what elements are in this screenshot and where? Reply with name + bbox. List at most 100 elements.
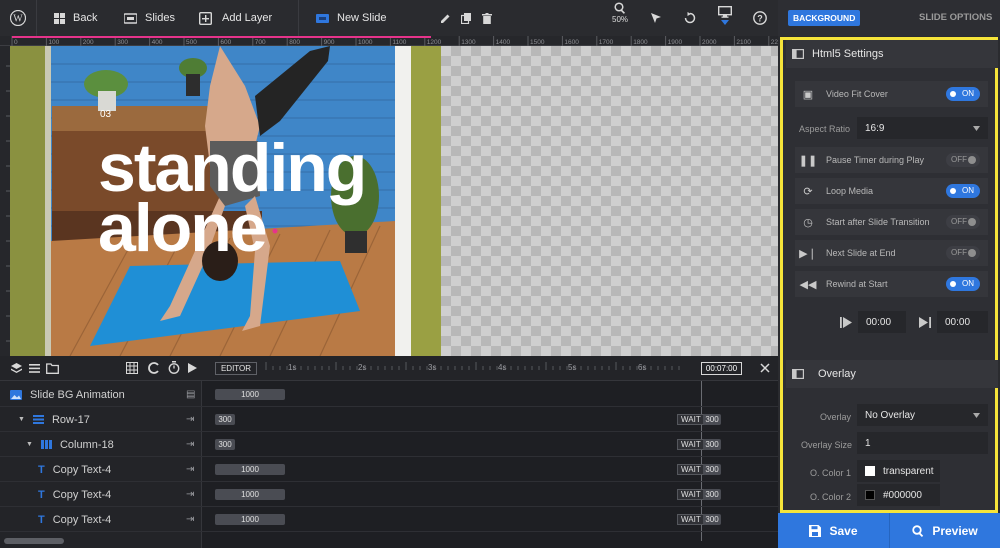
timeline-row[interactable]: ▼ Row-17 ⇥ 300 WAIT 300 — [0, 407, 778, 432]
wait-badge[interactable]: WAIT — [677, 414, 705, 425]
layer-folder-icon[interactable]: ▤ — [186, 389, 195, 400]
play-icon[interactable] — [188, 363, 197, 373]
layer-end-icon[interactable]: ⇥ — [186, 489, 194, 500]
wait-duration[interactable]: 300 — [703, 489, 721, 500]
preview-button[interactable]: Preview — [889, 513, 1000, 548]
video-fit-cover-row: ▣ Video Fit Cover ON — [795, 81, 988, 107]
time-mark-label: 2s — [358, 363, 366, 372]
layer-label: Row-17 — [51, 413, 90, 426]
layer-end-icon[interactable]: ⇥ — [186, 464, 194, 475]
loop-icon[interactable] — [148, 362, 160, 374]
aspect-ratio-select[interactable]: 16:9 — [857, 117, 988, 139]
overlay-color2-picker[interactable]: #000000 — [857, 484, 940, 506]
timeline-row[interactable]: T Copy Text-4 ⇥ 1000 WAIT 300 — [0, 507, 778, 532]
caret-down-icon[interactable]: ▼ — [26, 441, 33, 448]
wait-badge[interactable]: WAIT — [677, 514, 705, 525]
wait-duration[interactable]: 300 — [703, 414, 721, 425]
overlay-select[interactable]: No Overlay — [857, 404, 988, 426]
tab-slide-options[interactable]: SLIDE OPTIONS — [919, 12, 992, 23]
layer-duration-bar[interactable]: 300 — [215, 414, 235, 425]
start-after-toggle[interactable]: OFF — [946, 215, 980, 229]
layer-name[interactable]: T Copy Text-4 — [38, 507, 111, 532]
overlay-label: Overlay — [820, 412, 852, 422]
toggle-state: ON — [962, 186, 974, 195]
pause-timer-toggle[interactable]: OFF — [946, 153, 980, 167]
select-tool-button[interactable] — [650, 0, 662, 36]
close-icon[interactable] — [760, 363, 770, 373]
overlay-header[interactable]: Overlay — [786, 360, 998, 388]
folder-icon[interactable] — [46, 363, 59, 374]
tab-background[interactable]: BACKGROUND — [788, 10, 861, 26]
wait-duration[interactable]: 300 — [703, 439, 721, 450]
headline-line-1-layer[interactable]: standing — [98, 134, 367, 202]
slide-preview[interactable]: 03 standing alone — [10, 46, 441, 356]
editor-tab[interactable]: EDITOR — [215, 362, 257, 375]
text-icon: T — [38, 488, 45, 501]
add-layer-icon — [199, 11, 212, 25]
ruler-label: 100 — [48, 39, 59, 46]
grid-snap-icon[interactable] — [126, 362, 138, 374]
ruler-label: 2100 — [736, 39, 751, 46]
slides-button[interactable]: Slides — [124, 0, 175, 36]
video-fit-cover-toggle[interactable]: ON — [946, 87, 980, 101]
wait-badge[interactable]: WAIT — [677, 439, 705, 450]
back-button[interactable]: Back — [54, 0, 97, 36]
layer-duration-bar[interactable]: 300 — [215, 439, 235, 450]
new-slide-label: New Slide — [337, 12, 387, 24]
save-button[interactable]: Save — [778, 513, 889, 548]
caret-down-icon[interactable]: ▼ — [18, 416, 25, 423]
timeline-scrollbar[interactable] — [4, 538, 64, 544]
layer-end-icon[interactable]: ⇥ — [186, 439, 194, 450]
html5-settings-panel: Html5 Settings ▣ Video Fit Cover ON Aspe… — [780, 37, 998, 513]
timeline-row[interactable]: ▼ Column-18 ⇥ 300 WAIT 300 — [0, 432, 778, 457]
wait-badge[interactable]: WAIT — [677, 489, 705, 500]
layer-duration-bar[interactable]: 1000 — [215, 514, 285, 525]
stopwatch-icon[interactable] — [168, 361, 180, 374]
html5-settings-header[interactable]: Html5 Settings — [786, 40, 998, 68]
end-time-input[interactable]: 00:00 — [937, 311, 988, 333]
overlay-color1-picker[interactable]: transparent — [857, 460, 940, 482]
layer-duration-bar[interactable]: 1000 — [215, 489, 285, 500]
loop-media-row: ⟳ Loop Media ON — [795, 178, 988, 204]
add-layer-button[interactable]: Add Layer — [199, 0, 272, 36]
loop-media-toggle[interactable]: ON — [946, 184, 980, 198]
cursor-icon — [651, 13, 661, 23]
layer-name[interactable]: ▼ Column-18 — [26, 432, 114, 457]
pencil-icon — [441, 14, 450, 23]
layer-name[interactable]: ▼ Row-17 — [18, 407, 90, 432]
wordpress-logo-button[interactable]: W — [10, 0, 26, 36]
wait-duration[interactable]: 300 — [703, 514, 721, 525]
timeline-header: EDITOR 1s 2s 3s 4s 5s 6s 00:07:00 — [0, 356, 778, 381]
help-button[interactable]: ? — [753, 0, 767, 36]
timeline-row[interactable]: Slide BG Animation ▤ 1000 — [0, 382, 778, 407]
device-desktop-button[interactable] — [718, 0, 732, 36]
layer-end-icon[interactable]: ⇥ — [186, 414, 194, 425]
layers-icon[interactable] — [11, 363, 22, 374]
wait-duration[interactable]: 300 — [703, 464, 721, 475]
layer-name[interactable]: T Copy Text-4 — [38, 457, 111, 482]
list-icon[interactable] — [29, 364, 40, 373]
overlay-size-input[interactable]: 1 — [857, 432, 988, 454]
wait-badge[interactable]: WAIT — [677, 464, 705, 475]
start-time-input[interactable]: 00:00 — [858, 311, 906, 333]
layer-duration-bar[interactable]: 1000 — [215, 464, 285, 475]
slide-number-layer[interactable]: 03 — [100, 109, 111, 120]
layer-name[interactable]: Slide BG Animation — [10, 382, 125, 407]
undo-button[interactable] — [684, 0, 696, 36]
next-slide-toggle[interactable]: OFF — [946, 246, 980, 260]
delete-slide-button[interactable] — [482, 0, 492, 36]
overlay-color2-label: O. Color 2 — [810, 492, 852, 502]
timeline-row[interactable]: T Copy Text-4 ⇥ 1000 WAIT 300 — [0, 482, 778, 507]
duplicate-slide-button[interactable] — [461, 0, 472, 36]
edit-slide-button[interactable] — [440, 0, 451, 36]
timeline-row[interactable]: T Copy Text-4 ⇥ 1000 WAIT 300 — [0, 457, 778, 482]
clock-icon: ◷ — [803, 216, 813, 229]
end-time-marker[interactable]: 00:07:00 — [701, 362, 742, 375]
new-slide-button[interactable]: New Slide — [316, 0, 387, 36]
layer-name[interactable]: T Copy Text-4 — [38, 482, 111, 507]
layer-end-icon[interactable]: ⇥ — [186, 514, 194, 525]
headline-line-2-layer[interactable]: alone — [98, 194, 268, 262]
rewind-toggle[interactable]: ON — [946, 277, 980, 291]
layer-duration-bar[interactable]: 1000 — [215, 389, 285, 400]
zoom-control[interactable]: 50% — [612, 0, 628, 36]
